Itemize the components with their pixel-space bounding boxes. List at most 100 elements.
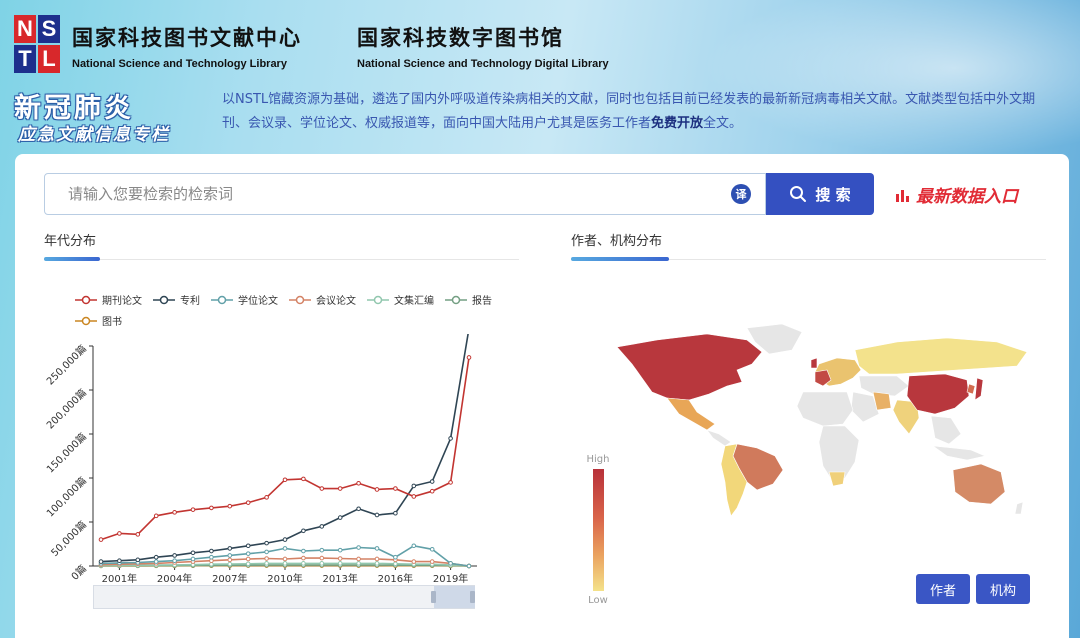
search-box: 译 [44, 173, 766, 215]
y-tick-label: 250,000篇 [45, 342, 89, 388]
data-zoom-handle-right[interactable] [470, 591, 475, 603]
section-divider [44, 259, 519, 260]
legend-item[interactable]: 会议论文 [289, 292, 356, 307]
x-tick-label: 2010年 [267, 572, 302, 584]
legend-item[interactable]: 期刊论文 [75, 292, 142, 307]
data-point [393, 561, 398, 567]
map-region-japan[interactable] [974, 377, 984, 401]
latest-data-link[interactable]: 最新数据入口 [896, 182, 1018, 207]
data-point [319, 555, 325, 561]
data-point [153, 513, 159, 519]
data-point [411, 494, 417, 499]
data-point [448, 561, 453, 566]
latest-data-label: 最新数据入口 [916, 187, 1018, 207]
data-point [301, 561, 306, 566]
y-tick-label: 50,000篇 [48, 518, 89, 559]
data-point [153, 559, 159, 564]
visual-map-high-label: High [586, 454, 610, 465]
data-zoom-slider[interactable] [93, 585, 475, 609]
data-zoom-selection[interactable] [434, 586, 475, 608]
data-zoom-handle-left[interactable] [431, 591, 436, 603]
legend-item[interactable]: 报告 [445, 292, 492, 307]
map-region-central-america[interactable] [706, 429, 732, 447]
map-region-southeast-asia[interactable] [930, 415, 962, 445]
org-digital-library: 国家科技数字图书馆 National Science and Technolog… [357, 22, 609, 70]
map-region-china[interactable] [906, 373, 970, 415]
org-digital-library-en: National Science and Technology Digital … [357, 58, 609, 70]
y-tick-label: 0篇 [68, 562, 89, 583]
data-point [245, 561, 251, 567]
data-point [227, 561, 233, 567]
map-region-australia[interactable] [952, 463, 1006, 505]
data-point [301, 528, 306, 534]
main-card: 译 搜 索 最新数据入口 年代分布 作者、机构分布 期刊论文 专利 学位论文 会议论文… [15, 154, 1069, 638]
visual-map-low-label: Low [588, 595, 608, 606]
legend-marker-icon [289, 295, 311, 304]
translate-button[interactable]: 译 [731, 184, 751, 204]
map-region-mexico[interactable] [666, 397, 716, 431]
legend-item[interactable]: 文集汇编 [367, 292, 434, 307]
legend-marker-icon [153, 295, 175, 304]
data-point [282, 537, 288, 542]
x-tick-label: 2019年 [433, 572, 468, 584]
desc-text: 以NSTL馆藏资源为基础，遴选了国内外呼吸道传染病相关的文献，同时也包括目前已经… [222, 92, 1036, 131]
org-nstl-en: National Science and Technology Library [72, 58, 287, 70]
x-tick-label: 2004年 [157, 572, 192, 584]
section-title-author-org: 作者、机构分布 [571, 234, 663, 249]
map-region-africa-north[interactable] [796, 391, 854, 427]
data-point [319, 486, 325, 491]
search-input[interactable] [68, 185, 708, 203]
data-point [448, 436, 453, 441]
data-point [429, 546, 435, 552]
data-point [374, 546, 380, 551]
data-point [411, 559, 417, 564]
legend-item[interactable]: 图书 [75, 313, 122, 328]
data-point [135, 557, 141, 563]
data-point [245, 543, 251, 549]
map-region-south-africa[interactable] [828, 471, 846, 487]
legend-marker-icon [367, 295, 389, 304]
data-point [282, 561, 288, 566]
data-point [466, 563, 472, 569]
legend-label: 图书 [102, 317, 122, 328]
legend-item[interactable]: 学位论文 [211, 292, 278, 307]
logo-letter: L [38, 45, 60, 73]
visual-map-gradient[interactable] [592, 469, 604, 591]
org-nstl-cn: 国家科技图书文献中心 [72, 25, 302, 50]
author-button[interactable]: 作者 [916, 574, 971, 604]
search-button[interactable]: 搜 索 [766, 173, 874, 215]
data-point [374, 512, 380, 518]
organization-button[interactable]: 机构 [976, 574, 1031, 604]
legend-label: 学位论文 [238, 296, 278, 307]
map-region-korea[interactable] [966, 383, 976, 395]
map-region-indonesia[interactable] [931, 445, 986, 461]
bar-chart-icon [896, 189, 909, 202]
data-point [98, 559, 104, 564]
y-tick-label: 100,000篇 [45, 474, 89, 520]
data-point [356, 556, 361, 562]
map-region-russia[interactable] [854, 337, 1028, 375]
map-region-canada-usa[interactable] [616, 333, 763, 401]
visual-map[interactable]: High Low [583, 454, 613, 606]
data-point [337, 547, 343, 553]
map-region-central-asia[interactable] [858, 375, 910, 397]
data-point [356, 480, 361, 486]
legend-item[interactable]: 专利 [153, 292, 200, 307]
data-point [356, 506, 361, 512]
data-point [264, 556, 269, 561]
legend-marker-icon [445, 295, 467, 304]
year-distribution-chart: 0篇 50,000篇100,000篇150,000篇200,000篇250,000… [45, 334, 477, 584]
org-nstl: 国家科技图书文献中心 National Science and Technolo… [72, 22, 302, 70]
data-point [282, 556, 288, 562]
data-point [264, 540, 269, 546]
data-point [337, 561, 343, 566]
map-region-uk[interactable] [810, 357, 818, 369]
data-point [393, 554, 398, 560]
legend-label: 专利 [180, 296, 200, 307]
legend-marker-icon [75, 316, 97, 325]
logo-letter: N [14, 15, 36, 43]
map-region-new-zealand[interactable] [1014, 501, 1024, 515]
header-decoration [660, 0, 1080, 170]
legend-label: 会议论文 [316, 296, 356, 307]
data-point [172, 553, 177, 558]
